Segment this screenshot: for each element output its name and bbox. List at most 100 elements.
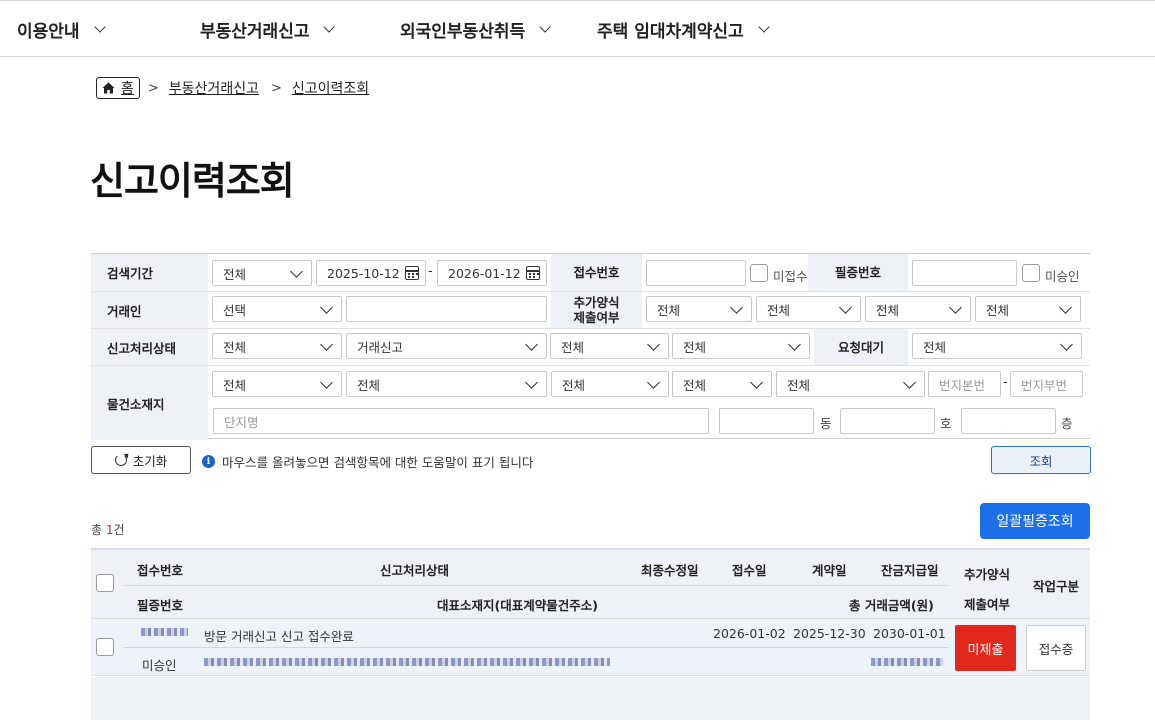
chevron-down-icon (323, 21, 336, 33)
chevron-down-icon (320, 301, 333, 314)
ho-input[interactable] (840, 408, 935, 434)
chevron-down-icon (290, 265, 303, 278)
chevron-down-icon (730, 301, 743, 314)
cert-no-input[interactable] (912, 260, 1017, 286)
receipt-no-input[interactable] (646, 260, 746, 286)
select-value: 전체 (562, 377, 586, 393)
select-value: 전체 (657, 302, 681, 318)
total-count: 총 1건 (91, 521, 125, 538)
search-button[interactable]: 조회 (991, 446, 1091, 474)
additional-select-2[interactable]: 전체 (756, 296, 861, 322)
label-receipt-no: 접수번호 (551, 254, 642, 291)
col-address: 대표소재지(대표계약물건주소) (437, 598, 598, 613)
row-divider (91, 365, 1090, 366)
header-divider (123, 585, 949, 586)
nav-menu-label: 외국인부동산취득 (400, 22, 526, 42)
dong-input[interactable] (719, 408, 814, 434)
nav-menu-label: 주택 임대차계약신고 (597, 22, 744, 42)
chevron-down-icon (750, 376, 763, 389)
not-approved-checkbox[interactable] (1022, 264, 1040, 282)
nav-menu-label: 부동산거래신고 (200, 22, 310, 42)
select-value: 전체 (787, 377, 811, 393)
dong-unit-label: 동 (820, 416, 832, 431)
party-input[interactable] (346, 296, 547, 322)
col-received: 접수일 (732, 563, 767, 578)
breadcrumb-current[interactable]: 신고이력조회 (292, 78, 369, 98)
row-last-modified: 2026-01-02 (713, 626, 786, 641)
additional-select-4[interactable]: 전체 (975, 296, 1081, 322)
masked-total-amount (871, 658, 943, 666)
location-select-2[interactable]: 전체 (346, 371, 547, 397)
receipt-certificate-button[interactable]: 접수증 (1026, 625, 1086, 671)
chevron-down-icon (539, 21, 551, 33)
calendar-icon[interactable] (405, 266, 419, 280)
row-status: 방문 거래신고 신고 접수완료 (204, 629, 354, 644)
info-icon: i (202, 455, 215, 468)
not-received-checkbox[interactable] (750, 264, 768, 282)
chevron-down-icon (525, 376, 538, 389)
label-status: 신고처리상태 (91, 329, 208, 365)
date-to-input[interactable]: 2026-01-12 (437, 260, 547, 286)
chevron-down-icon (788, 338, 801, 351)
status-select-4[interactable]: 전체 (672, 333, 810, 359)
chevron-down-icon (1060, 338, 1073, 351)
chevron-down-icon (93, 21, 106, 33)
reset-button[interactable]: 초기화 (91, 446, 191, 474)
location-select-1[interactable]: 전체 (212, 371, 342, 397)
nav-menu-real-estate-report[interactable]: 부동산거래신고 (200, 17, 336, 42)
chevron-down-icon (949, 301, 962, 314)
input-value: 2025-10-12 (327, 265, 400, 281)
chevron-down-icon (320, 376, 333, 389)
status-select-2[interactable]: 거래신고 (346, 333, 547, 359)
table-row[interactable]: 방문 거래신고 신고 접수완료 2026-01-02 2025-12-30 20… (91, 618, 1090, 676)
lot-sub-input[interactable]: 번지부번 (1010, 371, 1083, 397)
row-cert-no: 미승인 (142, 658, 177, 673)
nav-menu-foreigner-acquisition[interactable]: 외국인부동산취득 (400, 17, 551, 42)
row-checkbox[interactable] (96, 638, 114, 656)
breadcrumb: 홈 > 부동산거래신고 > 신고이력조회 (96, 77, 369, 99)
additional-select-3[interactable]: 전체 (865, 296, 971, 322)
request-wait-select[interactable]: 전체 (912, 333, 1082, 359)
calendar-icon[interactable] (526, 266, 540, 280)
location-select-3[interactable]: 전체 (551, 371, 669, 397)
chevron-down-icon (525, 338, 538, 351)
lot-main-input[interactable]: 번지본번 (928, 371, 1001, 397)
nav-menu-usage-guide[interactable]: 이용안내 (17, 17, 106, 42)
reset-label: 초기화 (132, 453, 168, 469)
party-select[interactable]: 선택 (212, 296, 342, 322)
complex-name-input[interactable]: 단지명 (213, 408, 709, 434)
total-prefix: 총 (91, 523, 106, 537)
col-total-amount: 총 거래금액(원) (849, 598, 934, 613)
nav-menu-lease-report[interactable]: 주택 임대차계약신고 (597, 17, 770, 42)
breadcrumb-home-label: 홈 (121, 81, 134, 97)
not-received-label: 미접수 (773, 269, 808, 284)
col-cert-no: 필증번호 (137, 598, 184, 613)
date-from-input[interactable]: 2025-10-12 (316, 260, 426, 286)
col-work: 작업구분 (1033, 579, 1080, 594)
label-party: 거래인 (91, 292, 208, 328)
period-select[interactable]: 전체 (212, 260, 312, 286)
status-select-1[interactable]: 전체 (212, 333, 342, 359)
not-submitted-badge[interactable]: 미제출 (955, 625, 1016, 671)
select-all-checkbox[interactable] (96, 574, 114, 592)
additional-select-1[interactable]: 전체 (646, 296, 752, 322)
chevron-down-icon (647, 338, 660, 351)
select-value: 전체 (223, 266, 247, 282)
col-last-modified: 최종수정일 (641, 563, 699, 578)
col-contract: 계약일 (812, 563, 847, 578)
status-select-3[interactable]: 전체 (550, 333, 669, 359)
table-empty-area (91, 677, 1090, 720)
date-separator: - (428, 264, 433, 279)
bulk-cert-label: 일괄필증조회 (996, 514, 1074, 530)
chevron-down-icon (320, 338, 333, 351)
lot-separator: - (1003, 375, 1008, 390)
breadcrumb-home-link[interactable]: 홈 (96, 77, 140, 99)
location-select-5[interactable]: 전체 (776, 371, 925, 397)
top-navigation: 이용안내 부동산거래신고 외국인부동산취득 주택 임대차계약신고 (0, 0, 1155, 57)
floor-input[interactable] (961, 408, 1056, 434)
location-select-4[interactable]: 전체 (672, 371, 772, 397)
breadcrumb-level1[interactable]: 부동산거래신고 (169, 78, 259, 98)
row-divider (91, 328, 1090, 329)
bulk-cert-button[interactable]: 일괄필증조회 (980, 503, 1090, 539)
refresh-icon (114, 454, 127, 466)
